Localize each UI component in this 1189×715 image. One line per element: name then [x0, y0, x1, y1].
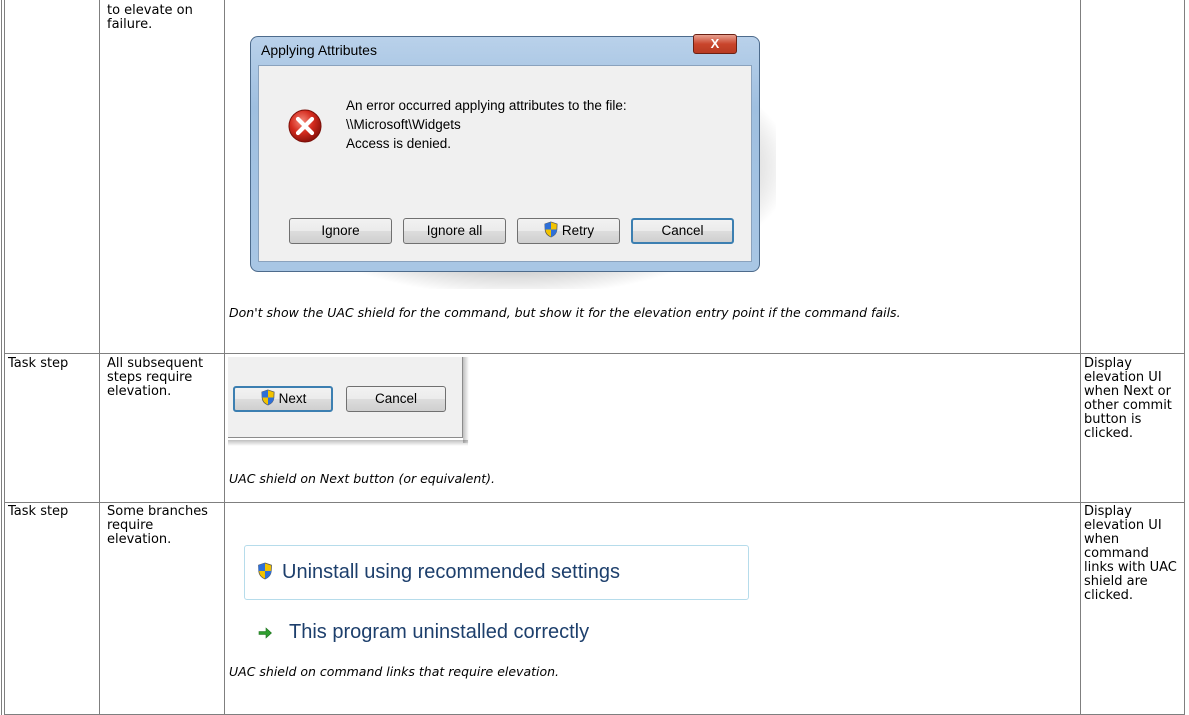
retry-button[interactable]: Retry [517, 218, 620, 244]
row-divider-1 [4, 353, 1185, 354]
command-link-uninstall-normal[interactable]: This program uninstalled correctly [289, 621, 589, 644]
table-border-left-inner [4, 0, 5, 715]
caption-next: UAC shield on Next button (or equivalent… [229, 471, 495, 486]
column-divider-4 [1184, 0, 1185, 715]
green-arrow-icon [258, 627, 272, 639]
cancel-button[interactable]: Cancel [631, 218, 734, 244]
dialog-title: Applying Attributes [261, 42, 377, 58]
ignore-all-button[interactable]: Ignore all [403, 218, 506, 244]
column-divider-1 [99, 0, 100, 715]
retry-label: Retry [561, 223, 595, 238]
row-type-task-step-1: Task step [8, 356, 69, 371]
behavior-text-command-links: Display elevation UI when command links … [1084, 504, 1177, 603]
wizard-footer-shadow-right [463, 357, 469, 443]
requirement-text-all: All subsequent steps require elevation. [107, 356, 204, 399]
ignore-button[interactable]: Ignore [289, 218, 392, 244]
wizard-cancel-button[interactable]: Cancel [346, 386, 446, 412]
uac-shield-icon [258, 562, 272, 580]
row-divider-2 [4, 502, 1185, 503]
row-type-task-step-2: Task step [8, 504, 69, 519]
requirement-text-top: to elevate on failure. [107, 3, 193, 32]
error-message-line-3: Access is denied. [346, 136, 452, 151]
next-button[interactable]: Next [233, 386, 333, 412]
wizard-footer-shadow-bottom [228, 440, 468, 446]
error-message-line-2: \\Microsoft\Widgets [346, 117, 461, 132]
command-link-label-elevated: Uninstall using recommended settings [282, 561, 620, 583]
next-label: Next [278, 391, 307, 406]
error-message-line-1: An error occurred applying attributes to… [346, 98, 627, 113]
column-divider-2 [224, 0, 225, 715]
uac-shield-icon [261, 389, 275, 406]
close-button[interactable]: X [693, 34, 737, 54]
error-x-icon [288, 109, 322, 143]
requirement-text-some: Some branches require elevation. [107, 504, 208, 547]
column-divider-3 [1080, 0, 1081, 715]
caption-top: Don't show the UAC shield for the comman… [229, 305, 901, 320]
error-message: An error occurred applying attributes to… [346, 96, 627, 153]
caption-command-links: UAC shield on command links that require… [229, 664, 560, 679]
behavior-text-next: Display elevation UI when Next or other … [1084, 356, 1172, 441]
table-border-left-outer [1, 0, 2, 715]
uac-shield-icon [544, 221, 558, 238]
